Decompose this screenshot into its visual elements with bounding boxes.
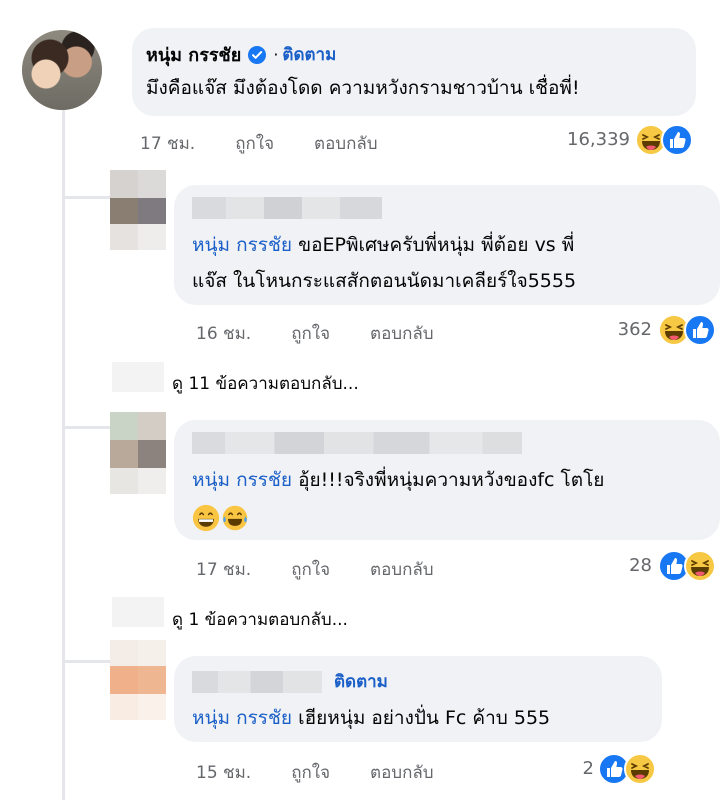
blurred-author-name[interactable] <box>192 197 382 219</box>
reply-bubble: ติดตาม หนุ่ม กรรชัย เฮียหนุ่ม อย่างปั่น … <box>174 656 662 742</box>
like-button[interactable]: ถูกใจ <box>291 320 330 347</box>
reply-button[interactable]: ตอบกลับ <box>370 759 434 786</box>
comment-text: มึงคือแจ๊ส มึงต้องโดด ความหวังกรามชาวบ้า… <box>146 77 580 99</box>
like-button[interactable]: ถูกใจ <box>291 556 330 583</box>
avatar-photo <box>22 30 102 110</box>
reply-actions: 17 ชม. ถูกใจ ตอบกลับ <box>196 556 474 583</box>
reply-time[interactable]: 16 ชม. <box>196 320 251 347</box>
avatar-placeholder <box>112 362 164 392</box>
reaction-count[interactable]: 28 <box>600 555 652 576</box>
thread-branch <box>62 426 110 429</box>
blurred-author-name[interactable] <box>192 432 522 454</box>
avatar[interactable] <box>110 170 166 250</box>
mention-link[interactable]: หนุ่ม กรรชัย <box>192 707 292 729</box>
reaction-icons[interactable] <box>598 753 656 785</box>
reaction-count[interactable]: 2 <box>560 758 594 779</box>
verified-badge-icon <box>247 45 267 65</box>
reply-actions: 16 ชม. ถูกใจ ตอบกลับ <box>196 320 474 347</box>
grin-emoji-icon <box>192 504 220 532</box>
like-icon <box>661 124 693 156</box>
reply-text: ขอEPพิเศษครับพี่หนุ่ม พี่ต้อย vs พี่ <box>298 234 575 256</box>
avatar[interactable] <box>110 412 166 494</box>
reply-text: เฮียหนุ่ม อย่างปั่น Fc ค้าบ 555 <box>298 707 551 729</box>
reaction-icons[interactable] <box>658 550 716 582</box>
avatar-placeholder <box>112 597 164 627</box>
reply-bubble: หนุ่ม กรรชัย ขอEPพิเศษครับพี่หนุ่ม พี่ต้… <box>174 185 720 305</box>
reaction-count[interactable]: 362 <box>600 319 652 340</box>
separator-dot: · <box>273 45 279 64</box>
thread-branch <box>62 660 110 663</box>
thread-line <box>62 110 65 800</box>
reply-actions: 15 ชม. ถูกใจ ตอบกลับ <box>196 759 474 786</box>
comment-actions: 17 ชม. ถูกใจ ตอบกลับ <box>140 130 418 157</box>
avatar[interactable] <box>110 640 166 720</box>
reply-text: อุ้ย!!!จริงพี่หนุ่มความหวังของfc โตโย <box>298 469 605 491</box>
view-more-replies-link[interactable]: ดู 1 ข้อความตอบกลับ... <box>172 606 348 633</box>
reaction-icons[interactable] <box>658 314 716 346</box>
view-more-replies-link[interactable]: ดู 11 ข้อความตอบกลับ... <box>172 370 359 397</box>
tears-of-joy-emoji-icon <box>220 504 250 532</box>
mention-link[interactable]: หนุ่ม กรรชัย <box>192 234 292 256</box>
reply-time[interactable]: 17 ชม. <box>196 556 251 583</box>
reply-button[interactable]: ตอบกลับ <box>370 320 434 347</box>
reply-text-line2: แจ๊ส ในโหนกระแสสักตอนนัดมาเคลียร์ใจ5555 <box>192 270 577 292</box>
reply-time[interactable]: 15 ชม. <box>196 759 251 786</box>
reaction-icons[interactable] <box>635 124 693 156</box>
haha-icon <box>684 550 716 582</box>
reply-bubble: หนุ่ม กรรชัย อุ้ย!!!จริงพี่หนุ่มความหวัง… <box>174 420 720 540</box>
blurred-author-name[interactable] <box>192 670 322 693</box>
avatar[interactable] <box>22 30 102 110</box>
like-icon <box>684 314 716 346</box>
reaction-count[interactable]: 16,339 <box>540 129 630 150</box>
main-comment-bubble: หนุ่ม กรรชัย · ติดตาม มึงคือแจ๊ส มึงต้อง… <box>132 28 696 116</box>
inline-emojis <box>192 504 250 532</box>
reply-button[interactable]: ตอบกลับ <box>370 556 434 583</box>
reply-button[interactable]: ตอบกลับ <box>314 130 378 157</box>
mention-link[interactable]: หนุ่ม กรรชัย <box>192 469 292 491</box>
like-button[interactable]: ถูกใจ <box>291 759 330 786</box>
comment-time[interactable]: 17 ชม. <box>140 130 195 157</box>
follow-button[interactable]: ติดตาม <box>334 668 388 695</box>
haha-icon <box>624 753 656 785</box>
comment-author[interactable]: หนุ่ม กรรชัย <box>146 40 241 69</box>
follow-button[interactable]: ติดตาม <box>282 41 336 68</box>
thread-branch <box>62 196 110 199</box>
like-button[interactable]: ถูกใจ <box>235 130 274 157</box>
